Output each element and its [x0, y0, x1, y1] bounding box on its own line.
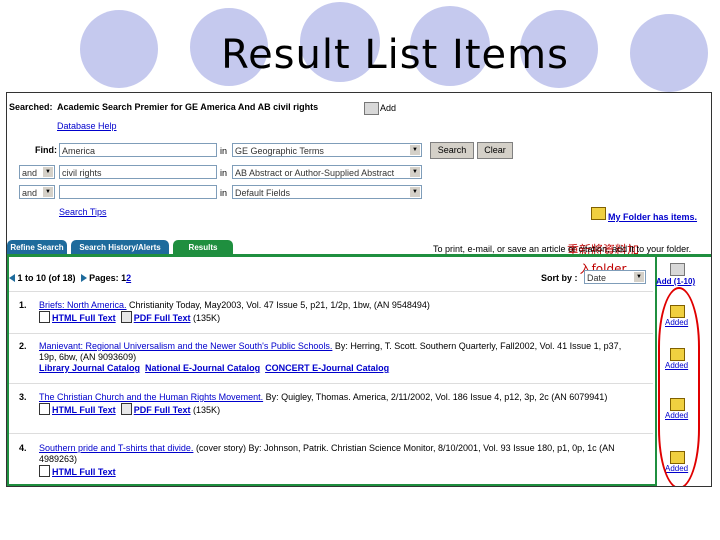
slide-title: Result List Items: [221, 32, 569, 78]
field-select-2[interactable]: AB Abstract or Author-Supplied Abstract ▼: [232, 165, 422, 179]
library-catalog-link[interactable]: Library Journal Catalog: [39, 363, 140, 373]
add-range-link[interactable]: Add (1-10): [656, 277, 695, 286]
in-label-3: in: [220, 188, 228, 198]
my-folder-icon[interactable]: [591, 207, 606, 220]
html-full-text-link[interactable]: HTML Full Text: [52, 405, 116, 415]
html-doc-icon: [39, 403, 50, 415]
national-catalog-link[interactable]: National E-Journal Catalog: [145, 363, 260, 373]
divider: [9, 383, 653, 384]
html-doc-icon: [39, 311, 50, 323]
folder-add-icon[interactable]: [364, 102, 379, 115]
tab-search-history[interactable]: Search History/Alerts: [71, 240, 169, 255]
result-number: 2.: [19, 341, 27, 351]
database-help-link[interactable]: Database Help: [57, 121, 117, 131]
html-full-text-link[interactable]: HTML Full Text: [52, 467, 116, 477]
boolean-select-3[interactable]: and ▼: [19, 185, 55, 199]
searched-query: Academic Search Premier for GE America A…: [57, 102, 319, 112]
concert-catalog-link[interactable]: CONCERT E-Journal Catalog: [265, 363, 389, 373]
chevron-down-icon: ▼: [410, 145, 420, 155]
tab-refine-search[interactable]: Refine Search: [7, 240, 67, 255]
pdf-full-text-link[interactable]: PDF Full Text: [134, 313, 191, 323]
divider: [9, 433, 653, 434]
pdf-doc-icon: [120, 311, 132, 323]
database-screenshot: Searched: Academic Search Premier for GE…: [6, 92, 712, 487]
html-doc-icon: [39, 465, 50, 477]
boolean-select-3-value: and: [22, 188, 38, 198]
find-label: Find:: [35, 145, 57, 155]
result-number: 4.: [19, 443, 27, 453]
pdf-doc-icon: [120, 403, 132, 415]
result-title-link[interactable]: The Christian Church and the Human Right…: [39, 392, 263, 402]
search-tips-link[interactable]: Search Tips: [59, 207, 107, 217]
boolean-select-2[interactable]: and ▼: [19, 165, 55, 179]
search-term-input-2[interactable]: civil rights: [59, 165, 217, 179]
field-select-1[interactable]: GE Geographic Terms ▼: [232, 143, 422, 157]
chevron-down-icon: ▼: [43, 187, 53, 197]
pdf-size: (135K): [193, 405, 221, 415]
add-range-folder-icon[interactable]: [670, 263, 685, 276]
pdf-full-text-link[interactable]: PDF Full Text: [134, 405, 191, 415]
result-item: Manievant: Regional Universalism and the…: [39, 341, 639, 374]
divider: [9, 291, 653, 292]
folder-instruction: To print, e-mail, or save an article or …: [433, 244, 692, 254]
divider: [9, 333, 653, 334]
chevron-down-icon: ▼: [410, 187, 420, 197]
field-select-3-value: Default Fields: [235, 188, 291, 198]
sort-label: Sort by :: [541, 273, 578, 283]
in-label-1: in: [220, 146, 228, 156]
field-select-3[interactable]: Default Fields ▼: [232, 185, 422, 199]
in-label-2: in: [220, 168, 228, 178]
result-item: The Christian Church and the Human Right…: [39, 392, 639, 416]
results-range: 1 to 10: [17, 273, 47, 283]
search-button[interactable]: Search: [430, 142, 474, 159]
search-term-input-1[interactable]: America: [59, 143, 217, 157]
searched-label: Searched:: [9, 102, 53, 112]
chevron-down-icon: ▼: [43, 167, 53, 177]
html-full-text-link[interactable]: HTML Full Text: [52, 313, 116, 323]
pages-label: Pages:: [89, 273, 119, 283]
my-folder-link[interactable]: My Folder has items.: [608, 212, 697, 222]
sort-select[interactable]: Date ▼: [584, 270, 646, 284]
result-number: 3.: [19, 392, 27, 402]
previous-arrow-icon[interactable]: [9, 274, 15, 282]
results-pagination: 1 to 10 (of 18) Pages: 12: [9, 273, 131, 283]
clear-button[interactable]: Clear: [477, 142, 513, 159]
chevron-down-icon: ▼: [634, 272, 644, 282]
result-citation: Christianity Today, May2003, Vol. 47 Iss…: [126, 300, 430, 310]
field-select-2-value: AB Abstract or Author-Supplied Abstract: [235, 168, 395, 178]
search-term-input-3[interactable]: [59, 185, 217, 199]
results-total: (of 18): [48, 273, 76, 283]
boolean-select-2-value: and: [22, 168, 38, 178]
result-title-link[interactable]: Briefs: North America.: [39, 300, 127, 310]
sort-select-value: Date: [587, 273, 607, 283]
field-select-1-value: GE Geographic Terms: [235, 146, 324, 156]
highlight-oval: [658, 287, 700, 486]
result-title-link[interactable]: Manievant: Regional Universalism and the…: [39, 341, 332, 351]
result-title-link[interactable]: Southern pride and T-shirts that divide.: [39, 443, 193, 453]
next-arrow-icon[interactable]: [80, 274, 87, 282]
tab-results[interactable]: Results: [173, 240, 233, 255]
result-number: 1.: [19, 300, 27, 310]
add-search-link[interactable]: Add: [380, 103, 396, 113]
result-citation: By: Quigley, Thomas. America, 2/11/2002,…: [263, 392, 608, 402]
chevron-down-icon: ▼: [410, 167, 420, 177]
result-item: Southern pride and T-shirts that divide.…: [39, 443, 639, 478]
result-item: Briefs: North America. Christianity Toda…: [39, 300, 639, 324]
pdf-size: (135K): [193, 313, 221, 323]
page-2-link[interactable]: 2: [126, 273, 131, 283]
